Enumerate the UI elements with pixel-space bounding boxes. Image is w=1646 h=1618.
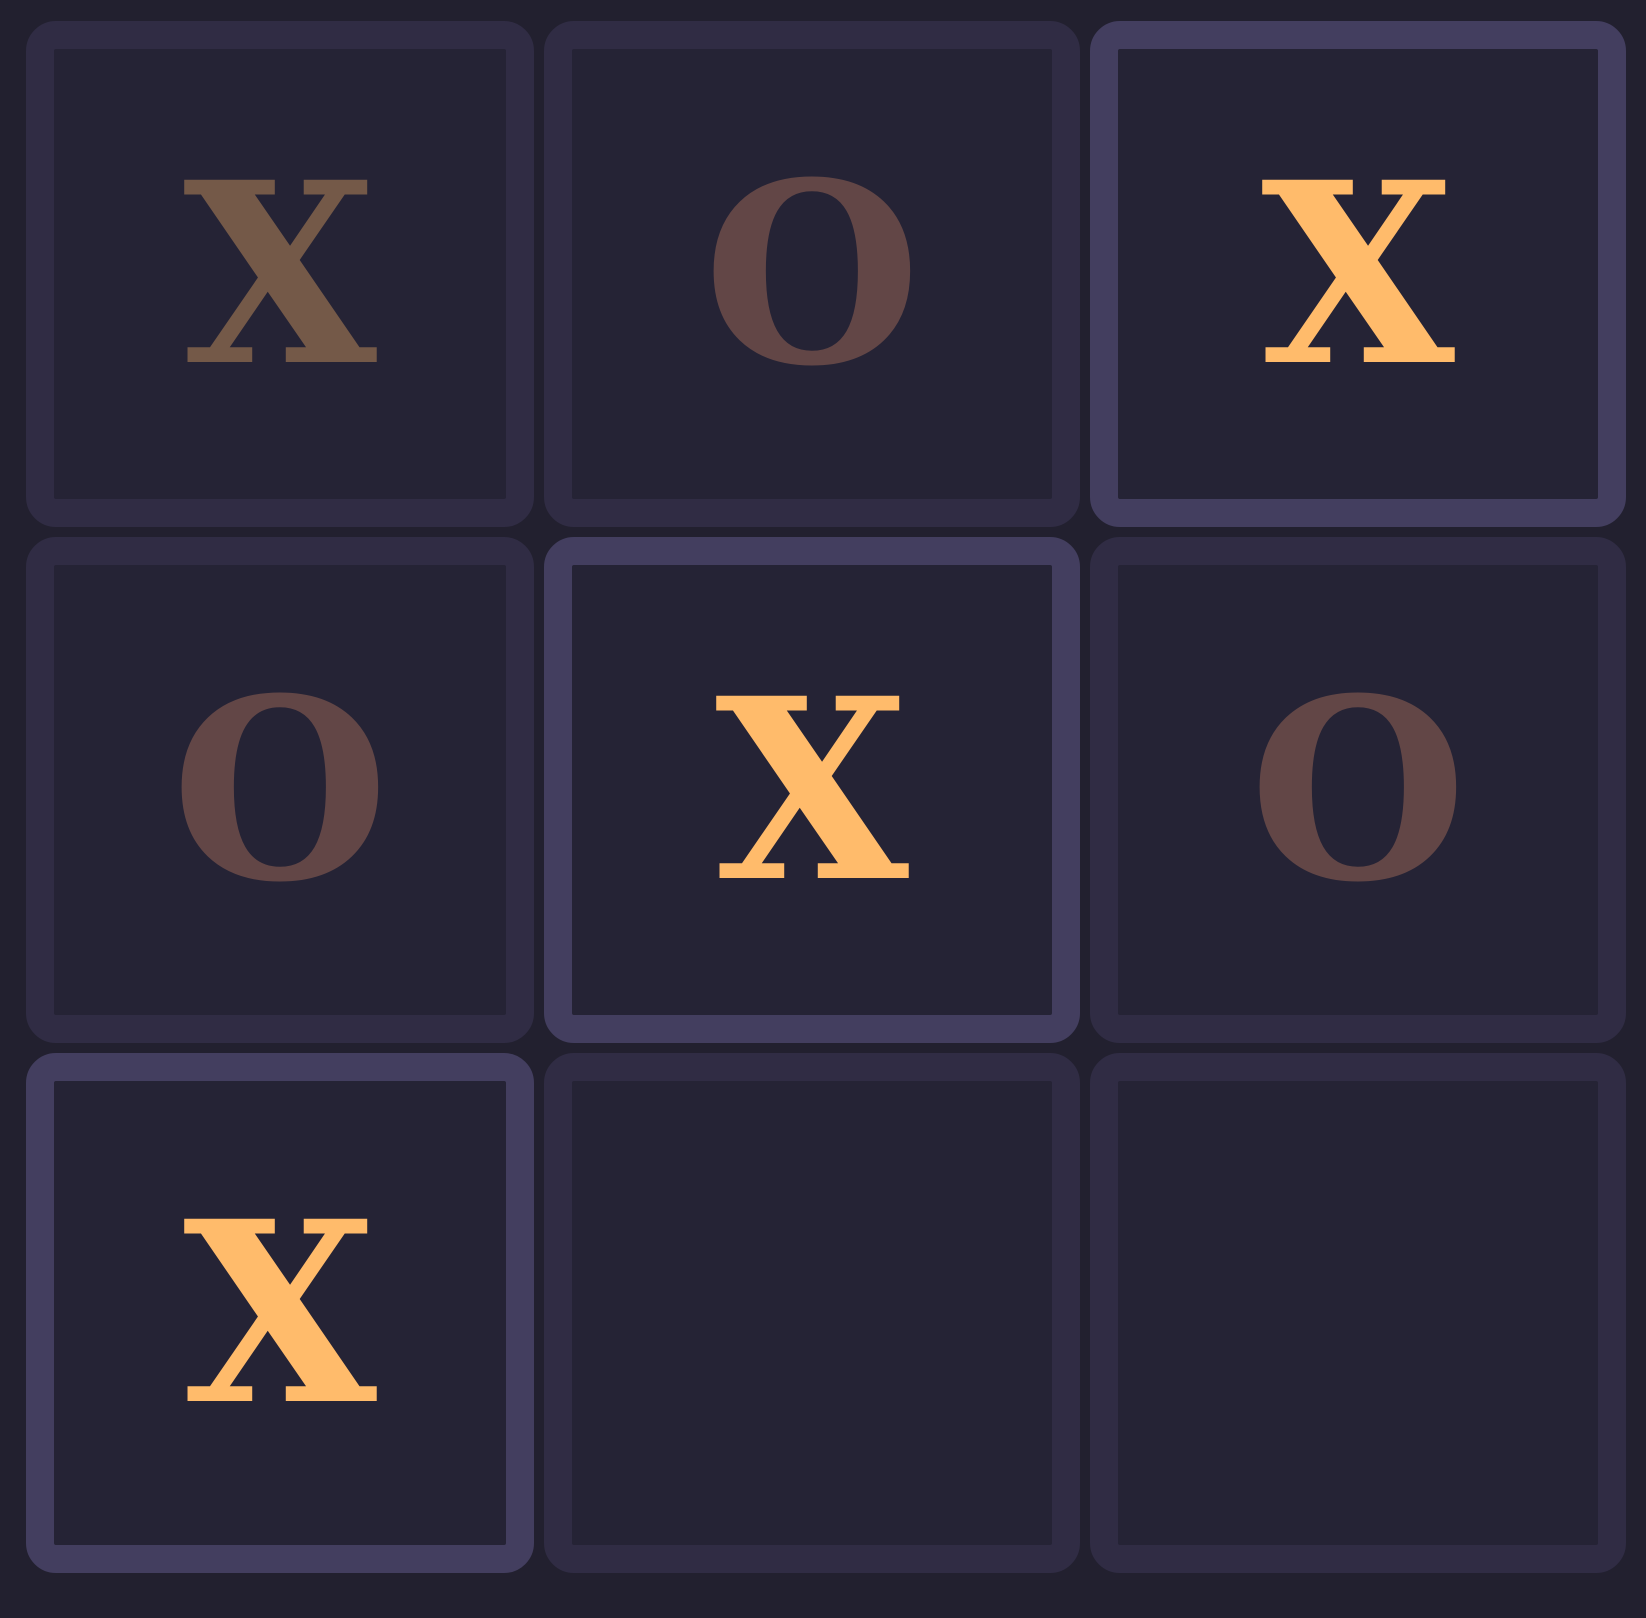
cell-1-1[interactable]: X — [26, 21, 534, 527]
cell-3-2[interactable] — [544, 1053, 1080, 1573]
cell-1-1-mark: X — [183, 127, 377, 421]
cell-1-3-mark: X — [1261, 127, 1455, 421]
cell-2-3-mark: O — [1249, 643, 1467, 937]
cell-2-2-mark: X — [715, 643, 909, 937]
cell-2-1-mark: O — [171, 643, 389, 937]
cell-2-3[interactable]: O — [1090, 537, 1626, 1043]
cell-3-3[interactable] — [1090, 1053, 1626, 1573]
cell-1-2-mark: O — [703, 127, 921, 421]
cell-1-2[interactable]: O — [544, 21, 1080, 527]
cell-3-1-mark: X — [183, 1166, 377, 1460]
cell-2-1[interactable]: O — [26, 537, 534, 1043]
game-board: X O X O X O X — [0, 0, 1646, 1618]
cell-3-1[interactable]: X — [26, 1053, 534, 1573]
cell-1-3[interactable]: X — [1090, 21, 1626, 527]
cell-2-2[interactable]: X — [544, 537, 1080, 1043]
